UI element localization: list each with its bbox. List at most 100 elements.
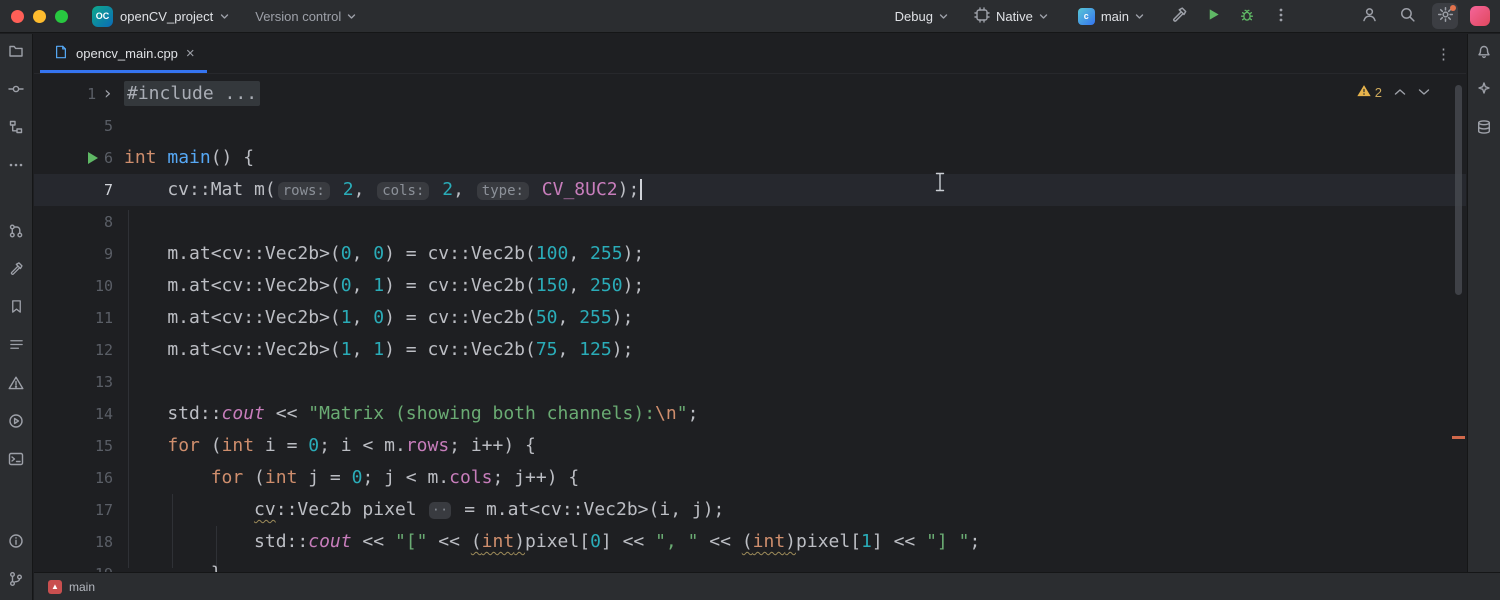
gutter[interactable]: 1› xyxy=(34,78,124,110)
project-widget[interactable]: OC openCV_project xyxy=(92,6,229,27)
debug-button[interactable] xyxy=(1234,3,1260,29)
line-number[interactable]: 16 xyxy=(95,469,113,487)
more-actions-button[interactable] xyxy=(1268,3,1294,29)
line-number[interactable]: 15 xyxy=(95,437,113,455)
line-number[interactable]: 12 xyxy=(95,341,113,359)
build-tool-button[interactable] xyxy=(0,252,33,290)
code-line[interactable]: 8 xyxy=(34,206,1466,238)
code-line[interactable]: 9 m.at<cv::Vec2b>(0, 0) = cv::Vec2b(100,… xyxy=(34,238,1466,270)
gutter[interactable]: 9 xyxy=(34,238,124,270)
line-number[interactable]: 6 xyxy=(104,149,113,167)
ai-assistant-button[interactable] xyxy=(1468,72,1500,110)
code-token: << xyxy=(427,531,470,552)
status-run-config[interactable]: main xyxy=(69,580,95,594)
pull-requests-tool-button[interactable] xyxy=(0,214,33,252)
structure-tool-button[interactable] xyxy=(0,110,33,148)
run-gutter-icon[interactable] xyxy=(88,152,98,164)
close-window-button[interactable] xyxy=(11,10,24,23)
gutter[interactable]: 5 xyxy=(34,110,124,142)
terminal-tool-button[interactable] xyxy=(0,442,33,480)
code-line[interactable]: 17 cv::Vec2b pixel ·· = m.at<cv::Vec2b>(… xyxy=(34,494,1466,526)
run-tool-button[interactable] xyxy=(0,404,33,442)
gutter[interactable]: 14 xyxy=(34,398,124,430)
left-tool-stripe xyxy=(0,34,33,600)
zoom-window-button[interactable] xyxy=(55,10,68,23)
line-number[interactable]: 8 xyxy=(104,213,113,231)
info-tool-button[interactable] xyxy=(0,524,33,562)
code-line[interactable]: 10 m.at<cv::Vec2b>(0, 1) = cv::Vec2b(150… xyxy=(34,270,1466,302)
vertical-scrollbar[interactable] xyxy=(1455,85,1462,295)
gutter[interactable]: 12 xyxy=(34,334,124,366)
error-stripe-mark[interactable] xyxy=(1452,436,1465,439)
gutter[interactable]: 15 xyxy=(34,430,124,462)
notifications-button[interactable] xyxy=(1468,34,1500,72)
prev-problem-button[interactable] xyxy=(1394,83,1406,101)
gutter[interactable]: 18 xyxy=(34,526,124,558)
more-tools-button[interactable] xyxy=(0,148,33,186)
build-type-select[interactable]: Debug xyxy=(895,9,948,24)
line-number[interactable]: 1 xyxy=(87,85,96,103)
todo-tool-button[interactable] xyxy=(0,328,33,366)
database-tool-button[interactable] xyxy=(1468,110,1500,148)
line-number[interactable]: 7 xyxy=(104,181,113,199)
warnings-counter[interactable]: 2 xyxy=(1357,84,1382,100)
gutter[interactable]: 13 xyxy=(34,366,124,398)
code-with-me-button[interactable] xyxy=(1356,3,1382,29)
build-button[interactable] xyxy=(1166,3,1192,29)
line-number[interactable]: 5 xyxy=(104,117,113,135)
gutter[interactable]: 16 xyxy=(34,462,124,494)
gutter[interactable]: 10 xyxy=(34,270,124,302)
code-line[interactable]: 6 int main() { xyxy=(34,142,1466,174)
code-line[interactable]: 19 } xyxy=(34,558,1466,572)
run-button[interactable] xyxy=(1200,3,1226,29)
fold-chevron-icon[interactable]: › xyxy=(102,87,113,101)
code-token: cv::Mat m( xyxy=(124,179,276,200)
bookmarks-tool-button[interactable] xyxy=(0,290,33,328)
code-line[interactable]: 11 m.at<cv::Vec2b>(1, 0) = cv::Vec2b(50,… xyxy=(34,302,1466,334)
gutter[interactable]: 7 xyxy=(34,174,124,206)
line-number[interactable]: 11 xyxy=(95,309,113,327)
project-tool-button[interactable] xyxy=(0,34,33,72)
code-text: int main() { xyxy=(124,142,254,174)
commit-tool-button[interactable] xyxy=(0,72,33,110)
code-line[interactable]: 16 for (int j = 0; j < m.cols; j++) { xyxy=(34,462,1466,494)
code-line[interactable]: 12 m.at<cv::Vec2b>(1, 1) = cv::Vec2b(75,… xyxy=(34,334,1466,366)
code-text: std::cout << "Matrix (showing both chann… xyxy=(124,398,698,430)
line-number[interactable]: 18 xyxy=(95,533,113,551)
close-tab-icon[interactable]: × xyxy=(186,46,195,61)
tab-opencv-main-cpp[interactable]: opencv_main.cpp × xyxy=(40,34,207,73)
code-token: , xyxy=(558,339,580,360)
code-editor[interactable]: 1›#include ...56int main() {7 cv::Mat m(… xyxy=(34,74,1466,572)
line-number[interactable]: 9 xyxy=(104,245,113,263)
next-problem-button[interactable] xyxy=(1418,83,1430,101)
avatar[interactable] xyxy=(1470,6,1490,26)
problems-tool-button[interactable] xyxy=(0,366,33,404)
gutter[interactable]: 17 xyxy=(34,494,124,526)
code-line[interactable]: 13 xyxy=(34,366,1466,398)
code-line[interactable]: 7 cv::Mat m(rows: 2, cols: 2, type: CV_8… xyxy=(34,174,1466,206)
version-control-tool-button[interactable] xyxy=(0,562,33,600)
inspections-widget[interactable]: 2 xyxy=(1357,83,1430,101)
toolchain-select[interactable]: Native xyxy=(974,7,1048,26)
code-line[interactable]: 5 xyxy=(34,110,1466,142)
gutter[interactable]: 19 xyxy=(34,558,124,572)
inlay-hint-icon[interactable]: ·· xyxy=(429,502,451,519)
line-number[interactable]: 10 xyxy=(95,277,113,295)
run-configuration-select[interactable]: c main xyxy=(1078,8,1144,25)
line-number[interactable]: 13 xyxy=(95,373,113,391)
line-number[interactable]: 17 xyxy=(95,501,113,519)
search-everywhere-button[interactable] xyxy=(1394,3,1420,29)
line-number[interactable]: 14 xyxy=(95,405,113,423)
code-line[interactable]: 15 for (int i = 0; i < m.rows; i++) { xyxy=(34,430,1466,462)
settings-button[interactable] xyxy=(1432,3,1458,29)
line-number[interactable]: 19 xyxy=(95,565,113,572)
gutter[interactable]: 8 xyxy=(34,206,124,238)
minimize-window-button[interactable] xyxy=(33,10,46,23)
gutter[interactable]: 11 xyxy=(34,302,124,334)
code-line[interactable]: 14 std::cout << "Matrix (showing both ch… xyxy=(34,398,1466,430)
version-control-menu[interactable]: Version control xyxy=(255,9,356,24)
tab-options-button[interactable]: ⋮ xyxy=(1436,45,1452,63)
gutter[interactable]: 6 xyxy=(34,142,124,174)
code-line[interactable]: 1›#include ... xyxy=(34,78,1466,110)
code-line[interactable]: 18 std::cout << "[" << (int)pixel[0] << … xyxy=(34,526,1466,558)
